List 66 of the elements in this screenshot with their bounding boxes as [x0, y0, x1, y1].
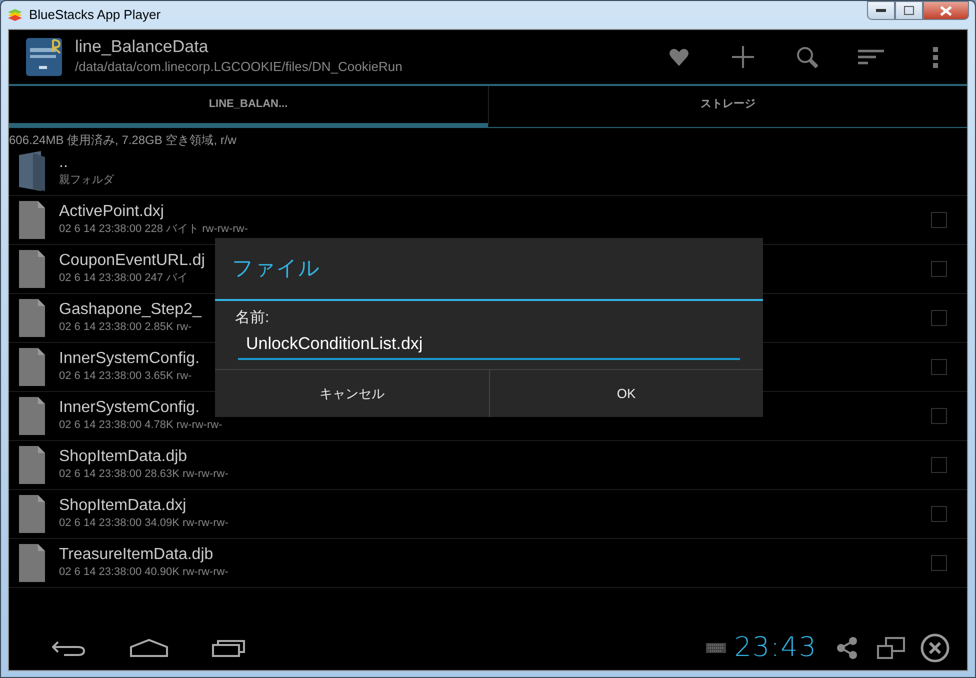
storage-info: 606.24MB 使用済み, 7.28GB 空き領域, r/w: [9, 132, 238, 147]
checkbox[interactable]: [931, 408, 947, 424]
dialog-title: ファイル: [215, 238, 763, 301]
file-details: 02 6 14 23:38:00 4.78K rw-rw-rw-: [59, 418, 222, 434]
search-icon: [796, 46, 818, 68]
heart-icon: [668, 47, 690, 67]
checkbox[interactable]: [931, 310, 947, 326]
app-icon: [25, 36, 65, 78]
sort-icon: [858, 49, 884, 65]
checkbox[interactable]: [931, 261, 947, 277]
checkbox[interactable]: [931, 457, 947, 473]
minimize-icon: [876, 8, 886, 12]
file-details: 02 6 14 23:38:00 28.63K rw-rw-rw-: [59, 467, 228, 482]
file-details: 02 6 14 23:38:00 228 バイト rw-rw-rw-: [59, 222, 248, 238]
checkbox[interactable]: [931, 555, 947, 571]
file-details: 02 6 14 23:38:00 2.85K rw-: [59, 320, 193, 336]
file-icon: [17, 249, 47, 289]
close-icon: [940, 6, 952, 16]
file-name: ..: [59, 153, 69, 172]
app-logo-icon: [7, 8, 23, 22]
share-icon: [836, 637, 858, 659]
file-name: Gashapone_Step2_: [59, 300, 202, 320]
folder-path: /data/data/com.linecorp.LGCOOKIE/files/DN_CookieRun: [75, 58, 402, 76]
close-button[interactable]: [923, 1, 969, 20]
close-circle-icon: [920, 633, 950, 663]
file-details: 02 6 14 23:38:00 3.65K rw-: [59, 369, 193, 384]
file-details: 02 6 14 23:38:00 34.09K rw-rw-rw-: [59, 516, 228, 532]
file-details: 02 6 14 23:38:00 40.90K rw-rw-rw-: [59, 565, 228, 580]
file-icon: [17, 494, 47, 534]
tab[interactable]: LINE_BALAN...: [9, 86, 488, 127]
folder-icon: [17, 151, 47, 191]
tab[interactable]: ストレージ: [488, 86, 967, 127]
app-title: line_BalanceData: [75, 38, 210, 57]
file-icon: [17, 347, 47, 387]
maximize-icon: [904, 6, 914, 15]
file-icon: [17, 200, 47, 240]
file-details: 02 6 14 23:38:00 247 バイ: [59, 271, 190, 286]
file-name: InnerSystemConfig.: [59, 398, 201, 418]
recent-apps-icon: [212, 638, 246, 658]
overflow-menu-icon: [932, 46, 938, 68]
checkbox[interactable]: [931, 506, 947, 522]
minimize-button[interactable]: [867, 1, 895, 20]
file-name: CouponEventURL.dj: [59, 251, 205, 270]
file-icon: [17, 543, 47, 583]
file-name: InnerSystemConfig.: [59, 349, 200, 368]
dialog-button[interactable]: OK: [488, 370, 763, 417]
file-name: ShopItemData.djb: [59, 447, 188, 466]
file-icon: [17, 396, 47, 436]
keyboard-icon: [706, 643, 726, 653]
dialog-button[interactable]: キャンセル: [215, 370, 488, 417]
windows-icon: [877, 637, 905, 659]
field-label: 名前:: [234, 308, 270, 328]
file-icon: [17, 298, 47, 338]
checkbox[interactable]: [931, 212, 947, 228]
window-title: BlueStacks App Player: [29, 6, 161, 24]
file-name: ShopItemData.dxj: [59, 496, 188, 516]
file-icon: [17, 445, 47, 485]
name-input-field[interactable]: UnlockConditionList.dxj: [238, 330, 740, 360]
maximize-button[interactable]: [895, 1, 923, 20]
plus-icon: [731, 45, 755, 69]
home-icon: [130, 638, 168, 658]
clock: 23:43: [734, 630, 817, 665]
file-details: 親フォルダ: [59, 173, 114, 188]
checkbox[interactable]: [931, 359, 947, 375]
file-name: ActivePoint.dxj: [59, 202, 165, 222]
file-name: TreasureItemData.djb: [59, 545, 214, 564]
